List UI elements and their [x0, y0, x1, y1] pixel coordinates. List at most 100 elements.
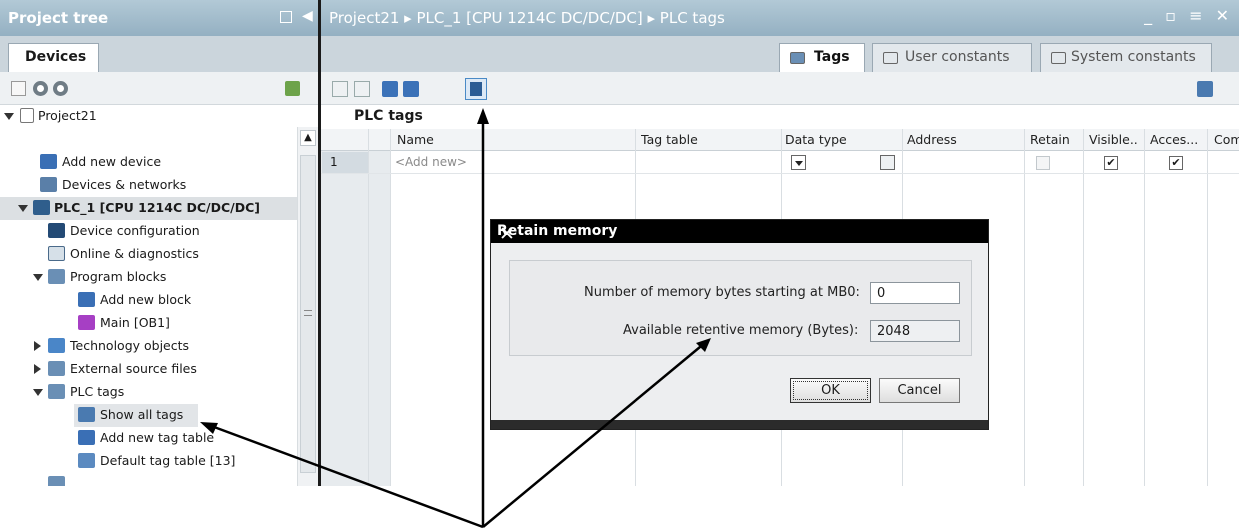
- expand-arrow-icon[interactable]: [33, 274, 43, 281]
- tag-table-dropdown-icon[interactable]: [791, 155, 806, 170]
- add-row-icon[interactable]: [354, 81, 370, 97]
- available-memory-field: 2048: [870, 320, 960, 342]
- dialog-title-bar[interactable]: Retain memory ✕: [491, 220, 988, 245]
- scroll-thumb[interactable]: [300, 155, 316, 473]
- grid-line: [1024, 129, 1025, 486]
- tree-item-technology-objects[interactable]: Technology objects: [0, 335, 297, 358]
- import-icon[interactable]: [403, 81, 419, 97]
- export-icon[interactable]: [382, 81, 398, 97]
- show-tags-icon: [78, 407, 95, 422]
- tree-item-add-new-tag-table[interactable]: Add new tag table: [0, 427, 297, 450]
- add-block-icon: [78, 292, 95, 307]
- tab-devices[interactable]: Devices: [8, 43, 99, 72]
- tag-table-icon: [78, 453, 95, 468]
- add-new-tag-cell[interactable]: <Add new>: [395, 155, 467, 169]
- grid-line: [368, 129, 369, 486]
- tree-item-devices-networks[interactable]: Devices & networks: [0, 174, 297, 197]
- accessible-checkbox[interactable]: ✔: [1169, 156, 1183, 170]
- tab-label: System constants: [1071, 49, 1196, 65]
- tree-item-default-tag-table[interactable]: Default tag table [13]: [0, 450, 297, 473]
- row-number[interactable]: 1: [322, 152, 368, 173]
- tab-user-constants[interactable]: User constants: [872, 43, 1032, 72]
- tree-item-show-all-tags[interactable]: Show all tags: [74, 404, 198, 427]
- tree-item-label: PLC tags: [70, 384, 125, 399]
- editor-toolbar: [321, 72, 1239, 105]
- grid-row-line: [321, 173, 1239, 174]
- new-item-icon[interactable]: [11, 81, 26, 96]
- tab-devices-label: Devices: [25, 49, 87, 65]
- expand-arrow-icon[interactable]: [33, 389, 43, 396]
- tree-item-add-new-block[interactable]: Add new block: [0, 289, 297, 312]
- diagnostics-icon: [48, 246, 65, 261]
- breadcrumb: Project21 ▸ PLC_1 [CPU 1214C DC/DC/DC] ▸…: [329, 9, 725, 27]
- tree-item-add-new-device[interactable]: Add new device: [0, 151, 297, 174]
- visible-checkbox[interactable]: ✔: [1104, 156, 1118, 170]
- col-accessible[interactable]: Acces...: [1150, 132, 1207, 147]
- tab-tags[interactable]: Tags: [779, 43, 865, 72]
- tab-label: Tags: [814, 49, 850, 65]
- retain-glyph: [470, 82, 482, 96]
- grip-icon: [304, 310, 312, 316]
- editor-title-bar: Project21 ▸ PLC_1 [CPU 1214C DC/DC/DC] ▸…: [321, 0, 1239, 36]
- tree-item-online-diagnostics[interactable]: Online & diagnostics: [0, 243, 297, 266]
- row-number-label: 1: [330, 155, 338, 169]
- tags-grid-header: Name Tag table Data type Address Retain …: [321, 129, 1239, 151]
- tree-item-label: External source files: [70, 361, 197, 376]
- back-icon[interactable]: [33, 81, 48, 96]
- close-icon[interactable]: ✕: [497, 223, 517, 245]
- window-controls[interactable]: _ ▫ ≡ ✕: [1144, 6, 1233, 25]
- col-name[interactable]: Name: [397, 132, 434, 147]
- tree-item-main-ob1[interactable]: Main [OB1]: [0, 312, 297, 335]
- col-retain[interactable]: Retain: [1030, 132, 1070, 147]
- source-folder-icon: [48, 361, 65, 376]
- memory-bytes-input[interactable]: 0: [870, 282, 960, 304]
- tree-item-label: PLC_1 [CPU 1214C DC/DC/DC]: [54, 200, 260, 215]
- tree-item-label: Add new block: [100, 292, 192, 307]
- insert-row-icon[interactable]: [332, 81, 348, 97]
- col-comment[interactable]: Com: [1214, 132, 1239, 147]
- col-visible[interactable]: Visible..: [1089, 132, 1137, 147]
- panel-layout-icon[interactable]: [280, 11, 292, 23]
- col-data-type[interactable]: Data type: [785, 132, 847, 147]
- layout-icon[interactable]: [1197, 81, 1213, 97]
- collapsed-arrow-icon[interactable]: [34, 364, 41, 374]
- grid-line: [1207, 129, 1208, 486]
- collapse-panel-icon[interactable]: ◀: [302, 8, 313, 24]
- tree-item-plc-1[interactable]: PLC_1 [CPU 1214C DC/DC/DC]: [0, 197, 297, 220]
- folder-icon: [48, 269, 65, 284]
- tags-folder-icon: [48, 384, 65, 399]
- project-tree-title-bar: Project tree ◀: [0, 0, 318, 36]
- retain-memory-icon[interactable]: [465, 78, 487, 100]
- folder-icon: [48, 476, 65, 486]
- tree-item-device-configuration[interactable]: Device configuration: [0, 220, 297, 243]
- ok-button[interactable]: OK: [790, 378, 871, 403]
- available-memory-value: 2048: [877, 324, 911, 339]
- col-address[interactable]: Address: [907, 132, 957, 147]
- tree-item-program-blocks[interactable]: Program blocks: [0, 266, 297, 289]
- tree-export-icon[interactable]: [285, 81, 300, 96]
- constants-icon: [883, 52, 898, 64]
- tree-item-label: Add new device: [62, 154, 162, 169]
- tree-root-row[interactable]: Project21: [0, 105, 318, 127]
- tree-item-label: Add new tag table: [100, 430, 215, 445]
- plc-icon: [33, 200, 50, 215]
- tab-system-constants[interactable]: System constants: [1040, 43, 1212, 72]
- tree-toolbar: [0, 72, 318, 105]
- grid-line: [1083, 129, 1084, 486]
- retain-memory-dialog: Retain memory ✕ Number of memory bytes s…: [490, 219, 989, 430]
- expand-arrow-icon[interactable]: [18, 205, 28, 212]
- col-tag-table[interactable]: Tag table: [641, 132, 698, 147]
- tree-item-label: Technology objects: [70, 338, 190, 353]
- collapsed-arrow-icon[interactable]: [34, 341, 41, 351]
- tree-scrollbar[interactable]: ▲: [297, 127, 318, 486]
- cancel-button[interactable]: Cancel: [879, 378, 960, 403]
- expand-arrow-icon[interactable]: [4, 113, 14, 120]
- section-title: PLC tags: [354, 108, 423, 124]
- grid-line: [1144, 129, 1145, 486]
- forward-icon[interactable]: [53, 81, 68, 96]
- data-type-picker-icon[interactable]: [880, 155, 895, 170]
- tree-item-external-source-files[interactable]: External source files: [0, 358, 297, 381]
- scroll-up-icon[interactable]: ▲: [300, 130, 316, 146]
- tags-tab-icon: [790, 52, 805, 64]
- tree-item-plc-tags[interactable]: PLC tags: [0, 381, 297, 404]
